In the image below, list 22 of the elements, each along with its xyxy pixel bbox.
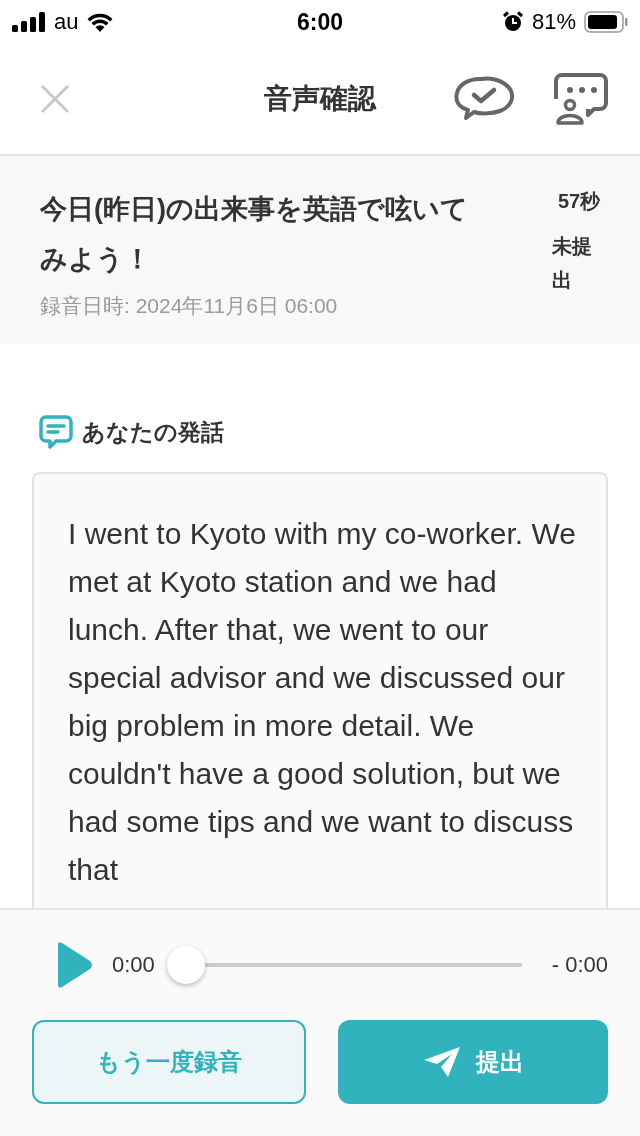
submission-status: 未提出 (552, 234, 593, 293)
close-icon[interactable] (40, 84, 70, 114)
carrier-name: au (54, 9, 79, 35)
seek-thumb[interactable] (166, 946, 205, 984)
wifi-icon (86, 11, 115, 33)
elapsed-time: 0:00 (112, 952, 155, 978)
battery-percent: 81% (531, 9, 576, 35)
paper-plane-icon (422, 1046, 462, 1078)
submit-button[interactable]: 提出 (338, 1020, 608, 1104)
task-title: 今日(昨日)の出来事を英語で呟いてみよう！ (40, 193, 469, 276)
battery-icon (584, 11, 628, 33)
section-label: あなたの発話 (82, 417, 224, 447)
clock-time: 6:00 (296, 8, 343, 36)
rerecord-button[interactable]: もう一度録音 (32, 1020, 306, 1104)
speech-bubble-icon (38, 414, 74, 450)
recording-date: 録音日時: 2024年11月6日 06:00 (40, 293, 339, 319)
duration-text: 57秒 (557, 189, 601, 214)
alarm-icon (501, 11, 524, 33)
transcript-text: I went to Kyoto with my co-worker. We met at Kyoto station and we had lunch. After that, we went to our special advisor and we discussed our big problem in more detail. We couldn't have a good solution, but we had some tips and we want to discuss that (68, 516, 577, 888)
signal-icon (12, 12, 46, 32)
remaining-time: - 0:00 (551, 952, 608, 978)
screen-title: 音声確認 (263, 82, 378, 116)
